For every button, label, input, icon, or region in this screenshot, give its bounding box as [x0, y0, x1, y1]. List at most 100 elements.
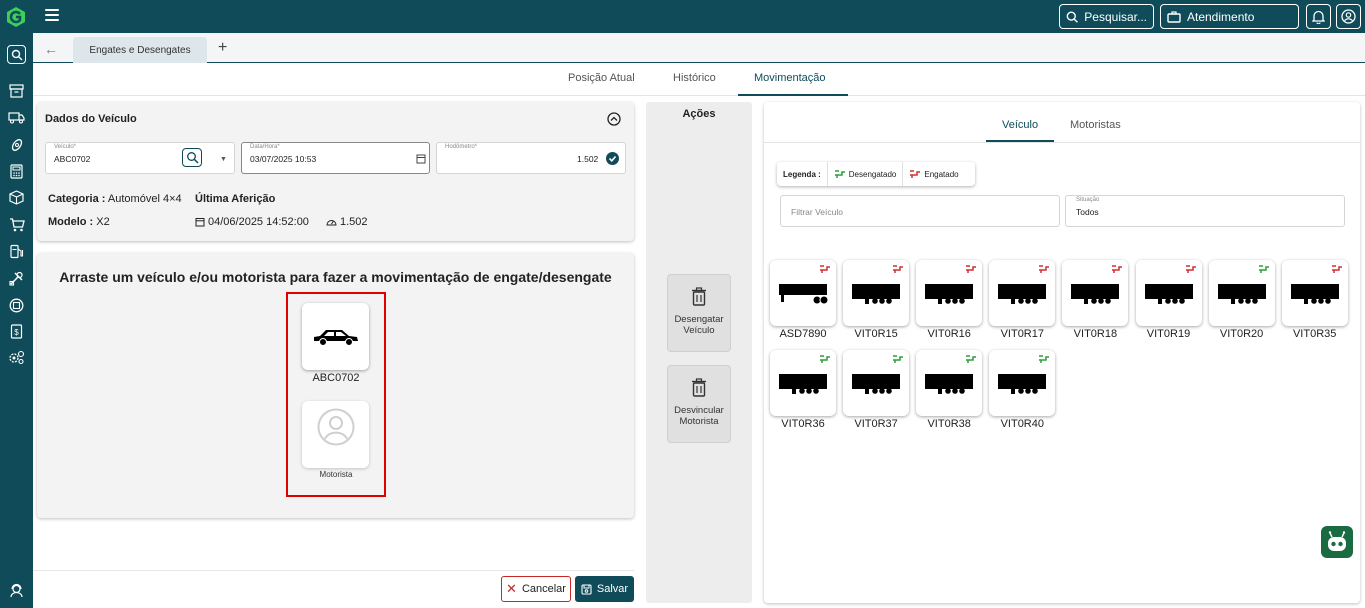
trailer-icon — [1290, 280, 1340, 309]
assistant-bot-button[interactable] — [1321, 526, 1353, 558]
top-bar: Pesquisar... Atendimento — [0, 0, 1365, 33]
desvincular-motorista-button[interactable]: Desvincular Motorista — [667, 365, 731, 443]
app-logo-icon[interactable] — [4, 5, 28, 29]
filter-vehicle-input[interactable]: Filtrar Veículo — [780, 195, 1060, 227]
user-profile-button[interactable] — [1336, 4, 1361, 29]
hitch-green-icon — [834, 170, 845, 178]
afericao-date-row: 04/06/2025 14:52:00 — [195, 216, 309, 228]
hitch-green-icon — [1258, 263, 1270, 277]
chip-icon[interactable] — [7, 296, 26, 315]
vehicle-tile[interactable] — [916, 260, 983, 326]
vehicle-tile[interactable] — [1135, 260, 1202, 326]
legend-engatado: Engatado — [902, 162, 964, 186]
menu-icon[interactable] — [45, 9, 59, 23]
trailer-icon — [924, 280, 974, 309]
save-button-label: Salvar — [596, 583, 629, 595]
vehicle-tile[interactable] — [1208, 260, 1275, 326]
car-icon — [313, 329, 358, 346]
vehicle-tile[interactable] — [770, 260, 836, 326]
hitch-green-icon — [819, 353, 831, 367]
archive-icon[interactable] — [7, 81, 26, 100]
vehicle-tile[interactable] — [843, 350, 910, 416]
legend-engatado-label: Engatado — [924, 169, 959, 179]
vehicle-tile[interactable] — [989, 260, 1056, 326]
situacao-select[interactable]: Situação Todos — [1065, 195, 1345, 227]
afericao-date: 04/06/2025 14:52:00 — [208, 216, 309, 228]
vehicle-tile[interactable] — [989, 350, 1056, 416]
veiculo-field-label: Veículo* — [54, 144, 77, 150]
ultima-afericao-label: Última Aferição — [195, 193, 276, 205]
support-agent-icon[interactable] — [7, 581, 26, 600]
situacao-label: Situação — [1076, 197, 1100, 203]
notifications-button[interactable] — [1306, 4, 1331, 29]
cart-icon[interactable] — [7, 215, 26, 234]
veiculo-field-value: ABC0702 — [54, 154, 91, 164]
trailer-icon — [1144, 280, 1194, 309]
calendar-icon[interactable] — [416, 153, 426, 164]
back-arrow-icon[interactable]: ← — [44, 41, 58, 57]
hitch-green-icon — [892, 353, 904, 367]
dados-veiculo-card: Dados do Veículo Veículo* ABC0702 ▼ Data… — [37, 102, 634, 241]
data-hora-field[interactable]: Data/Hora* 03/07/2025 10:53 — [241, 142, 430, 174]
box-icon[interactable] — [7, 188, 26, 207]
tools-icon[interactable] — [7, 269, 26, 288]
tab-movimentacao[interactable]: Movimentação — [754, 72, 826, 84]
calculator-icon[interactable] — [7, 162, 26, 181]
desengatar-veiculo-button[interactable]: Desengatar Veículo — [667, 274, 731, 352]
tab-engates-desengates-label: Engates e Desengates — [89, 44, 191, 56]
vehicle-tile[interactable] — [1281, 260, 1348, 326]
search-button-label: Pesquisar... — [1084, 9, 1147, 24]
tab-posicao-atual[interactable]: Posição Atual — [568, 72, 635, 84]
sidebar-search-icon[interactable] — [7, 45, 26, 64]
money-document-icon[interactable]: $ — [7, 322, 26, 341]
vehicle-tile-label: VIT0R38 — [927, 418, 971, 430]
selected-vehicle-tile[interactable] — [302, 303, 369, 370]
search-button[interactable]: Pesquisar... — [1059, 4, 1154, 29]
save-button[interactable]: Salvar — [575, 576, 634, 602]
vehicle-tile-label: VIT0R37 — [854, 418, 898, 430]
collapse-chevron-up-icon[interactable] — [607, 112, 621, 126]
active-tab-indicator — [738, 94, 848, 96]
sidebar: $ — [0, 33, 33, 608]
driver-drop-slot[interactable] — [302, 401, 369, 468]
vehicle-tile[interactable] — [916, 350, 983, 416]
legend-desengatado-label: Desengatado — [848, 169, 897, 179]
trash-icon — [692, 378, 706, 397]
drag-area-card: Arraste um veículo e/ou motorista para f… — [37, 253, 634, 518]
veiculo-search-button[interactable] — [182, 148, 202, 167]
tab-engates-desengates[interactable]: Engates e Desengates — [73, 37, 207, 63]
afericao-value-row: 1.502 — [326, 216, 368, 228]
tab-motoristas[interactable]: Motoristas — [1070, 119, 1121, 131]
tab-veiculo[interactable]: Veículo — [1002, 119, 1038, 131]
veiculo-field[interactable]: Veículo* ABC0702 ▼ — [45, 142, 235, 174]
dados-veiculo-title: Dados do Veículo — [45, 113, 137, 125]
trailer-icon — [924, 370, 974, 399]
modelo-value: X2 — [96, 216, 110, 228]
vehicle-tile[interactable] — [843, 260, 910, 326]
data-hora-label: Data/Hora* — [250, 144, 280, 150]
situacao-value: Todos — [1076, 207, 1099, 217]
truck-icon[interactable] — [7, 108, 26, 127]
vehicle-tile[interactable] — [1062, 260, 1129, 326]
fuel-icon[interactable] — [7, 242, 26, 261]
legend-desengatado: Desengatado — [826, 162, 903, 186]
settings-group-icon[interactable] — [7, 348, 26, 367]
trailer-icon — [997, 280, 1047, 309]
trailer-icon — [1217, 280, 1267, 309]
trash-icon — [692, 287, 706, 306]
categoria-value: Automóvel 4×4 — [107, 193, 182, 205]
vehicle-tile[interactable] — [770, 350, 836, 416]
tire-icon[interactable] — [7, 135, 26, 154]
hodometro-field[interactable]: Hodômetro* 1.502 — [436, 142, 626, 174]
hitch-red-icon — [1331, 263, 1343, 277]
driver-slot-label: Motorista — [319, 470, 353, 479]
veiculo-dropdown-arrow-icon[interactable]: ▼ — [220, 156, 227, 163]
hitch-red-icon — [1185, 263, 1197, 277]
acoes-panel: Ações — [646, 102, 752, 603]
cancel-button[interactable]: ✕ Cancelar — [501, 576, 571, 602]
data-hora-value: 03/07/2025 10:53 — [250, 154, 317, 164]
categoria-row: Categoria : Automóvel 4×4 — [48, 193, 182, 205]
tab-historico[interactable]: Histórico — [673, 72, 716, 84]
atendimento-button[interactable]: Atendimento — [1160, 4, 1299, 29]
add-tab-button[interactable]: + — [218, 39, 227, 57]
